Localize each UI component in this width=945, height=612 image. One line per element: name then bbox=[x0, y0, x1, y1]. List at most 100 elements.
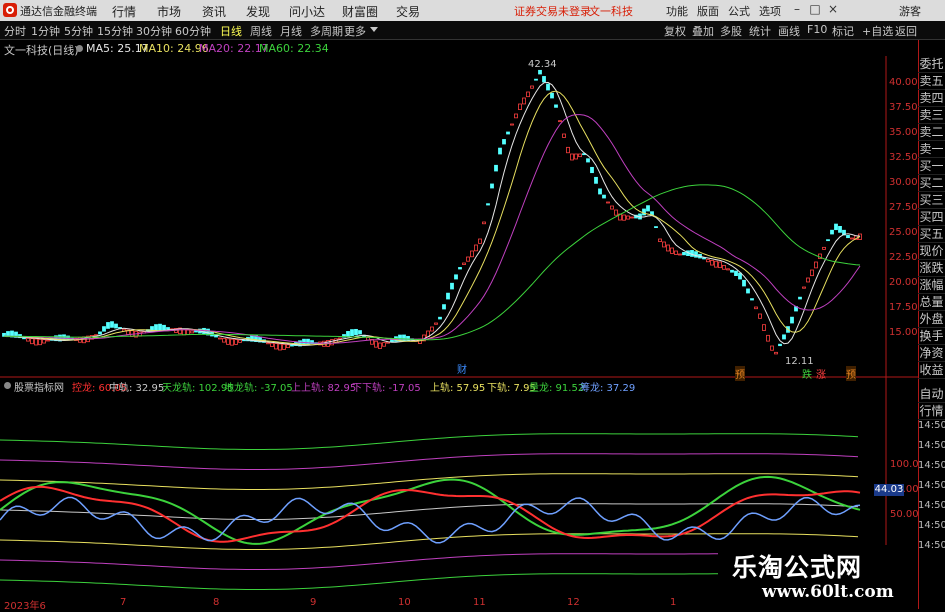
auto-quote-item[interactable]: 自动 bbox=[918, 386, 945, 403]
quote-panel-item[interactable]: 买五 bbox=[918, 226, 945, 243]
app-logo-icon bbox=[3, 3, 17, 17]
quote-panel-item[interactable]: 收益 bbox=[918, 362, 945, 379]
restore-rights-button[interactable]: 复权 bbox=[664, 23, 686, 39]
tab-monthly[interactable]: 月线 bbox=[280, 23, 302, 39]
indicator-settings-icon[interactable] bbox=[4, 382, 11, 389]
candlestick bbox=[286, 344, 290, 349]
menu-formula[interactable]: 公式 bbox=[728, 3, 750, 19]
menu-function[interactable]: 功能 bbox=[666, 3, 688, 19]
tab-daily[interactable]: 日线 bbox=[220, 23, 242, 39]
indicator-band bbox=[0, 433, 859, 450]
chevron-down-icon[interactable] bbox=[370, 27, 378, 32]
quote-panel-item[interactable]: 涨幅 bbox=[918, 277, 945, 294]
tab-weekly[interactable]: 周线 bbox=[250, 23, 272, 39]
quote-panel-item[interactable]: 卖三 bbox=[918, 107, 945, 124]
menu-ask[interactable]: 问小达 bbox=[289, 3, 325, 20]
candlestick bbox=[542, 76, 546, 83]
quote-panel-item[interactable]: 总量 bbox=[918, 294, 945, 311]
overlay-button[interactable]: 叠加 bbox=[692, 23, 714, 39]
candlestick bbox=[158, 323, 162, 331]
quote-panel-item[interactable]: 买四 bbox=[918, 209, 945, 226]
minimize-icon[interactable]: – bbox=[790, 2, 804, 18]
tab-30min[interactable]: 30分钟 bbox=[136, 23, 172, 39]
candlestick bbox=[282, 343, 286, 350]
quote-panel-item[interactable]: 外盘 bbox=[918, 311, 945, 328]
quote-panel-item[interactable]: 买二 bbox=[918, 175, 945, 192]
quote-panel-item[interactable]: 买一 bbox=[918, 158, 945, 175]
candlestick bbox=[754, 306, 758, 310]
menu-discover[interactable]: 发现 bbox=[246, 3, 270, 20]
quote-panel-item[interactable]: 卖二 bbox=[918, 124, 945, 141]
quote-panel-item[interactable]: 涨跌 bbox=[918, 260, 945, 277]
indicator-value: 上上轨: 82.95 bbox=[291, 383, 357, 394]
candlestick bbox=[606, 201, 610, 204]
menu-wealth[interactable]: 财富圈 bbox=[342, 3, 378, 20]
candlestick bbox=[778, 343, 782, 347]
tab-5min[interactable]: 5分钟 bbox=[64, 23, 93, 39]
login-alert[interactable]: 证券交易未登录 bbox=[514, 3, 591, 19]
back-button[interactable]: 返回 bbox=[895, 23, 917, 39]
time-axis-label: 10 bbox=[398, 597, 411, 608]
guest-label[interactable]: 游客 bbox=[899, 3, 921, 19]
tab-15min[interactable]: 15分钟 bbox=[97, 23, 133, 39]
time-axis-label: 11 bbox=[473, 597, 486, 608]
add-watchlist-button[interactable]: +自选 bbox=[862, 23, 893, 39]
quote-panel-item[interactable]: 换手 bbox=[918, 328, 945, 345]
menu-options[interactable]: 选项 bbox=[759, 3, 781, 19]
price-axis-label: 27.50 bbox=[889, 202, 918, 213]
draw-line-button[interactable]: 画线 bbox=[778, 23, 800, 39]
quote-panel-item[interactable]: 卖五 bbox=[918, 73, 945, 90]
tab-1min[interactable]: 1分钟 bbox=[31, 23, 60, 39]
f10-button[interactable]: F10 bbox=[807, 23, 827, 36]
candlestick bbox=[30, 338, 34, 345]
tick-time: 14:50 bbox=[918, 420, 945, 431]
candlestick bbox=[626, 215, 630, 220]
candlestick bbox=[530, 85, 534, 89]
menu-market[interactable]: 行情 bbox=[112, 3, 136, 20]
candlestick bbox=[266, 342, 270, 345]
candlestick bbox=[758, 313, 762, 319]
candlestick bbox=[646, 205, 650, 212]
price-axis-label: 25.00 bbox=[889, 227, 918, 238]
candlestick bbox=[378, 342, 382, 349]
menu-market-center[interactable]: 市场 bbox=[157, 3, 181, 20]
menu-trade[interactable]: 交易 bbox=[396, 3, 420, 20]
quote-panel-item[interactable]: 委托 bbox=[918, 56, 945, 73]
candlestick bbox=[806, 277, 810, 283]
candlestick bbox=[390, 339, 394, 343]
tab-timeshare[interactable]: 分时 bbox=[4, 23, 26, 39]
maximize-icon[interactable]: □ bbox=[808, 2, 822, 18]
indicator-value: 量龙: 91.52 bbox=[529, 383, 585, 394]
quote-panel-item[interactable]: 净资 bbox=[918, 345, 945, 362]
indicator-name: 股票指标网 bbox=[14, 383, 64, 394]
candlestick bbox=[430, 326, 434, 332]
tab-60min[interactable]: 60分钟 bbox=[175, 23, 211, 39]
candlestick bbox=[374, 340, 378, 348]
candlestick bbox=[462, 262, 466, 265]
quote-panel-item[interactable]: 买三 bbox=[918, 192, 945, 209]
candlestick bbox=[702, 257, 706, 260]
indicator-value: 下下轨: -17.05 bbox=[352, 383, 421, 394]
candlestick bbox=[798, 296, 802, 300]
quote-panel-item[interactable]: 卖一 bbox=[918, 141, 945, 158]
candlestick bbox=[822, 246, 826, 250]
auto-quote-item[interactable]: 行情 bbox=[918, 403, 945, 420]
candlestick bbox=[570, 153, 574, 161]
mark-button[interactable]: 标记 bbox=[832, 23, 854, 39]
quote-panel-item[interactable]: 现价 bbox=[918, 243, 945, 260]
multi-stock-button[interactable]: 多股 bbox=[720, 23, 742, 39]
candlestick bbox=[402, 334, 406, 341]
close-icon[interactable]: × bbox=[826, 2, 840, 18]
tab-more[interactable]: 更多 bbox=[344, 23, 366, 39]
quote-panel-item[interactable]: 卖四 bbox=[918, 90, 945, 107]
watermark-url: www.60lt.com bbox=[762, 582, 894, 602]
candlestick bbox=[438, 316, 442, 320]
menu-news[interactable]: 资讯 bbox=[202, 3, 226, 20]
marker-finance[interactable]: 财 bbox=[457, 361, 467, 376]
candlestick bbox=[34, 338, 38, 346]
candlestick bbox=[38, 338, 42, 346]
statistics-button[interactable]: 统计 bbox=[749, 23, 771, 39]
tab-multi-period[interactable]: 多周期 bbox=[310, 23, 343, 39]
kline-chart[interactable] bbox=[0, 40, 918, 597]
menu-layout[interactable]: 版面 bbox=[697, 3, 719, 19]
